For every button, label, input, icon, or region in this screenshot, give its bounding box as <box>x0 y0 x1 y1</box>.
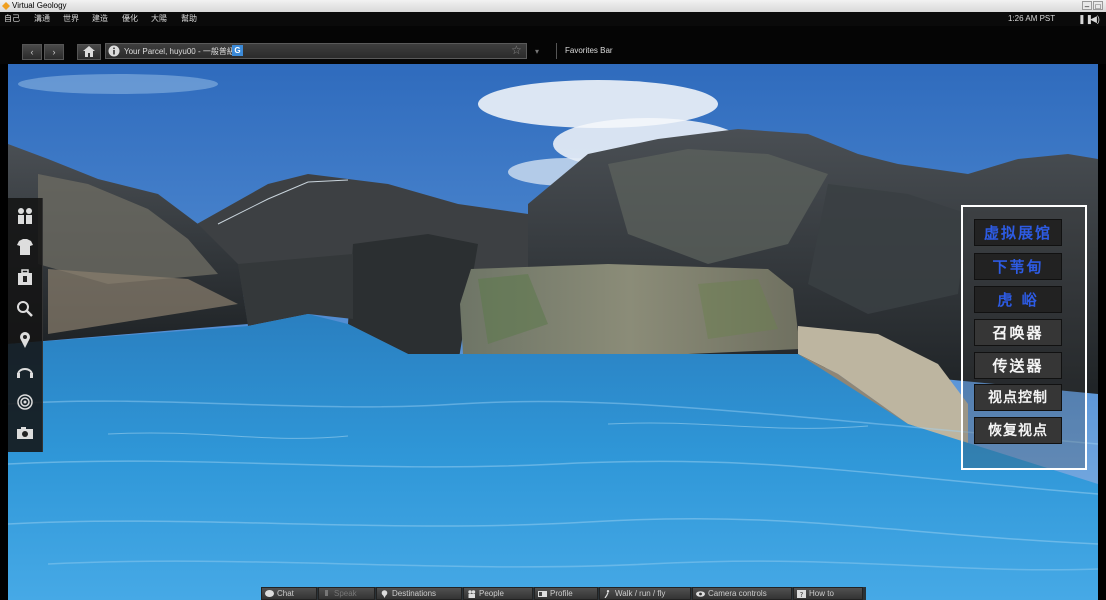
maximize-button[interactable]: □ <box>1093 1 1103 11</box>
viewpoint-control-button[interactable]: 视点控制 <box>974 384 1062 411</box>
camera-controls-label: Camera controls <box>708 589 767 598</box>
how-to-label: How to <box>809 589 834 598</box>
menu-bar: 自己 溝通 世界 建造 優化 大陽 幫助 1:26 AM PST ❚❚ ◀) <box>0 12 1106 26</box>
forward-button[interactable]: › <box>44 44 64 60</box>
search-icon[interactable] <box>11 295 39 323</box>
virtual-museum-button[interactable]: 虚拟展馆 <box>974 219 1062 246</box>
help-icon: ? <box>797 590 806 598</box>
people-icon[interactable] <box>11 202 39 230</box>
camera-controls-button[interactable]: Camera controls <box>692 587 792 600</box>
profile-card-icon <box>538 591 547 597</box>
world-viewport[interactable] <box>8 64 1098 600</box>
huyu-button[interactable]: 虎 峪 <box>974 286 1062 313</box>
info-icon[interactable] <box>108 45 120 57</box>
back-icon: ‹ <box>30 47 34 57</box>
appearance-icon[interactable] <box>11 233 39 261</box>
favorites-bar: Favorites Bar <box>556 43 613 59</box>
destinations-button[interactable]: Destinations <box>376 587 462 600</box>
minimize-button[interactable]: – <box>1082 1 1092 11</box>
window-title: Virtual Geology <box>12 1 67 10</box>
teleporter-button[interactable]: 传送器 <box>974 352 1062 379</box>
speak-button[interactable]: Speak <box>318 587 375 600</box>
chat-icon <box>265 590 274 597</box>
people-icon <box>468 590 476 598</box>
favorite-star-icon[interactable]: ☆ <box>511 43 522 57</box>
menu-communicate[interactable]: 溝通 <box>34 12 50 26</box>
location-dropdown-button[interactable]: ▾ <box>531 44 543 59</box>
destinations-pin-icon <box>381 590 388 598</box>
left-toolbar <box>8 198 43 452</box>
maturity-rating-badge: G <box>232 45 243 56</box>
location-bar[interactable]: Your Parcel, huyu00 - 一般普級 G ☆ <box>105 43 527 59</box>
microphone-icon <box>325 590 328 596</box>
summoner-button[interactable]: 召唤器 <box>974 319 1062 346</box>
home-button[interactable] <box>77 44 101 60</box>
menu-me[interactable]: 自己 <box>4 12 20 26</box>
walk-run-fly-label: Walk / run / fly <box>615 589 666 598</box>
home-icon <box>83 46 95 57</box>
speak-label: Speak <box>334 589 357 598</box>
forward-icon: › <box>52 47 56 57</box>
how-to-button[interactable]: ? How to <box>793 587 863 600</box>
xiaweidian-button[interactable]: 下苇甸 <box>974 253 1062 280</box>
snapshot-icon[interactable] <box>11 419 39 447</box>
back-button[interactable]: ‹ <box>22 44 42 60</box>
bottom-toolbar: Chat Speak Destinations People Profile W… <box>261 587 866 600</box>
walk-icon <box>604 590 610 598</box>
svg-text:?: ? <box>800 591 804 598</box>
reset-viewpoint-button[interactable]: 恢复视点 <box>974 417 1062 444</box>
window-titlebar: Virtual Geology – □ <box>0 0 1106 12</box>
people-label: People <box>479 589 504 598</box>
navigation-bar: ‹ › Your Parcel, huyu00 - 一般普級 G ☆ ▾ Fav… <box>0 26 1106 64</box>
menu-advanced[interactable]: 優化 <box>122 12 138 26</box>
radar-icon[interactable] <box>11 388 39 416</box>
volume-icon[interactable]: ◀) <box>1090 12 1100 26</box>
menu-help[interactable]: 幫助 <box>181 12 197 26</box>
location-text: Your Parcel, huyu00 - 一般普級 <box>124 47 235 56</box>
scene-render <box>8 64 1098 600</box>
map-icon[interactable] <box>11 326 39 354</box>
profile-button[interactable]: Profile <box>534 587 598 600</box>
profile-label: Profile <box>550 589 573 598</box>
menu-build[interactable]: 建造 <box>92 12 108 26</box>
app-icon <box>2 2 10 10</box>
menu-world[interactable]: 世界 <box>63 12 79 26</box>
menu-sun[interactable]: 大陽 <box>151 12 167 26</box>
chat-button[interactable]: Chat <box>261 587 317 600</box>
hud-panel: 虚拟展馆 下苇甸 虎 峪 召唤器 传送器 视点控制 恢复视点 <box>961 205 1087 470</box>
clock: 1:26 AM PST <box>1008 14 1056 23</box>
chat-label: Chat <box>277 589 294 598</box>
walk-run-fly-button[interactable]: Walk / run / fly <box>599 587 691 600</box>
destinations-label: Destinations <box>392 589 437 598</box>
chevron-down-icon: ▾ <box>534 47 539 56</box>
people-button[interactable]: People <box>463 587 533 600</box>
voice-icon[interactable] <box>11 357 39 385</box>
inventory-icon[interactable] <box>11 264 39 292</box>
eye-icon <box>696 591 705 597</box>
